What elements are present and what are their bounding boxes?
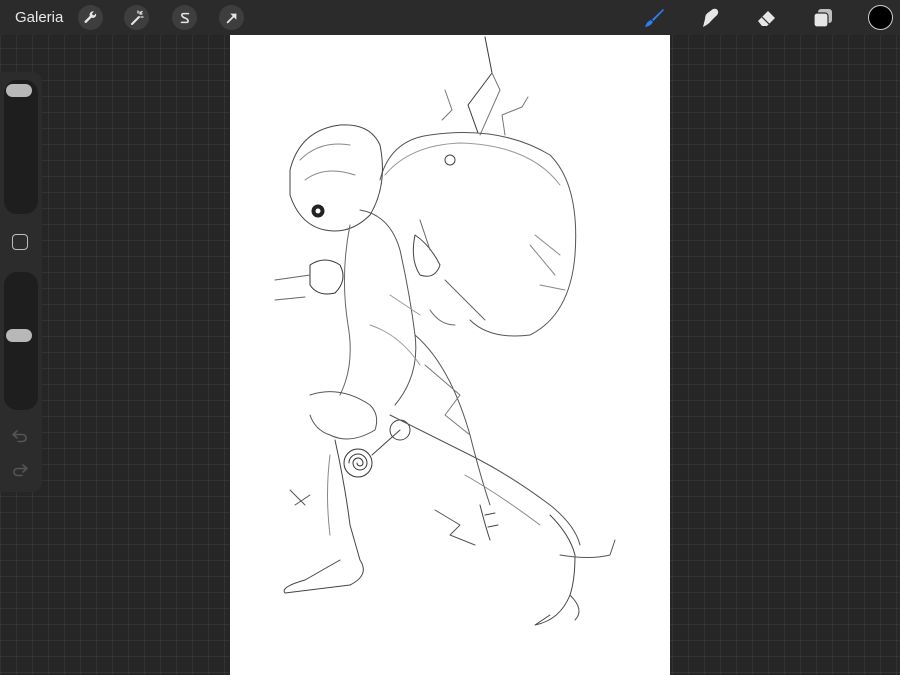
drawing-canvas[interactable] <box>230 35 670 675</box>
brush-size-slider[interactable] <box>4 80 38 214</box>
redo-button[interactable] <box>10 461 30 479</box>
arrow-cursor-icon <box>226 13 236 23</box>
undo-icon <box>12 430 27 443</box>
wrench-icon <box>84 11 97 23</box>
smudge-tool-button[interactable] <box>697 5 723 31</box>
adjustments-button[interactable] <box>124 5 149 30</box>
sketch-artwork <box>274 36 616 626</box>
eraser-tool-button[interactable] <box>754 5 780 31</box>
brush-size-slider-handle[interactable] <box>6 84 32 97</box>
selection-button[interactable] <box>172 5 197 30</box>
gallery-button[interactable]: Galeria <box>15 9 63 26</box>
smudge-icon <box>703 8 719 27</box>
layers-button[interactable] <box>810 5 836 31</box>
selection-s-icon <box>180 12 189 23</box>
brush-icon <box>645 9 664 27</box>
layers-icon <box>813 9 832 28</box>
actions-button[interactable] <box>78 5 103 30</box>
transform-button[interactable] <box>219 5 244 30</box>
opacity-slider-handle[interactable] <box>6 328 32 342</box>
redo-icon <box>13 464 28 477</box>
eraser-icon <box>758 11 775 26</box>
color-picker-button[interactable] <box>868 5 893 30</box>
modify-button[interactable] <box>12 234 28 250</box>
left-sidebar <box>0 72 42 492</box>
magic-wand-icon <box>130 9 144 25</box>
top-toolbar: Galeria <box>0 0 900 35</box>
opacity-slider[interactable] <box>4 272 38 410</box>
undo-button[interactable] <box>10 427 30 445</box>
brush-tool-button[interactable] <box>641 5 667 31</box>
